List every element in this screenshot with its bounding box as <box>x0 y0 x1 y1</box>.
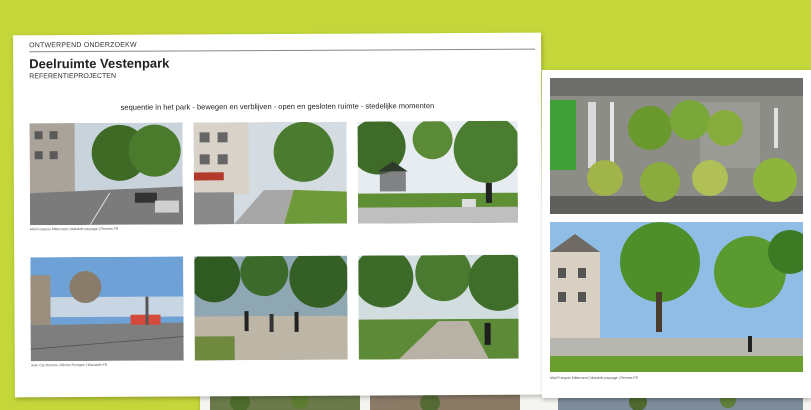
photo-credit: Mail François Mitterrand | Malabile pays… <box>550 376 639 380</box>
reference-photo-park-promenade <box>550 222 803 372</box>
photo-credit: Jean Cip Rennes | Michel Perrigan | Mars… <box>30 362 108 368</box>
header-rule <box>29 48 536 53</box>
reference-photo-park-path <box>358 254 519 360</box>
section-kicker: ONTWERPEND ONDERZOEKW <box>29 41 137 50</box>
thumbnail-photo <box>210 394 360 410</box>
document-sheet-side: Mail François Mitterrand | Malabile pays… <box>542 70 811 398</box>
reference-photo-tram-street <box>30 256 184 362</box>
photo-credit: Mail François Mitterrand | Malabile pays… <box>30 226 119 232</box>
sequence-caption: sequentie in het park - bewegen en verbl… <box>120 101 435 112</box>
reference-photo-street <box>29 122 184 226</box>
reference-photo-sidewalk <box>193 121 348 225</box>
reference-photo-park-pavilion <box>357 120 519 224</box>
reference-photo-aerial-plaza <box>550 78 803 214</box>
document-sheet-main: ONTWERPEND ONDERZOEKW Deelruimte Vestenp… <box>13 32 543 398</box>
page-title: Deelruimte Vestenpark <box>29 55 170 72</box>
reference-photo-plaza-trees <box>194 255 348 361</box>
page-subtitle: REFERENTIEPROJECTEN <box>29 72 117 81</box>
thumbnail-photo <box>370 394 520 410</box>
